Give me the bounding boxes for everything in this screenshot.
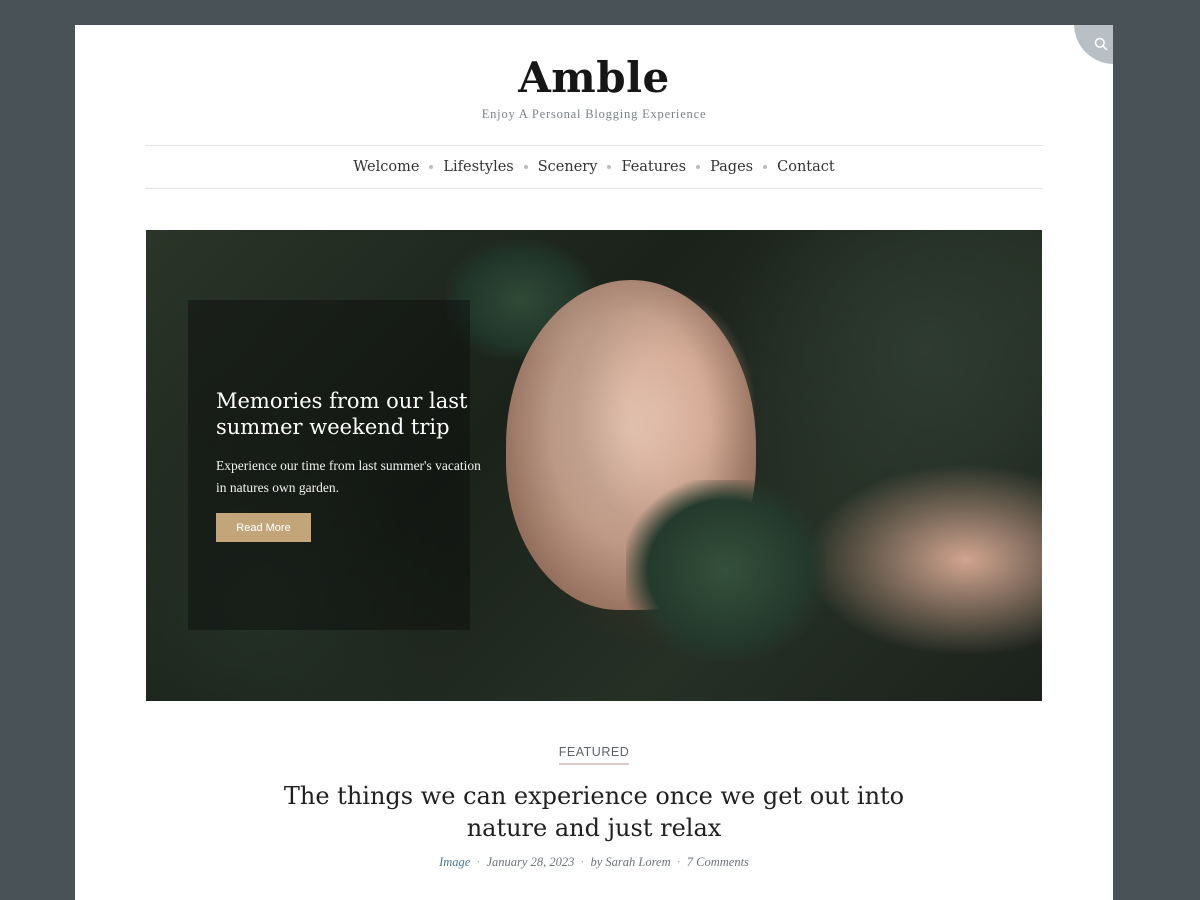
nav-item-welcome[interactable]: Welcome bbox=[353, 159, 419, 175]
post-category-link[interactable]: FEATURED bbox=[558, 745, 630, 765]
site-tagline: Enjoy A Personal Blogging Experience bbox=[481, 107, 707, 121]
post-comments-link[interactable]: 7 Comments bbox=[687, 855, 749, 870]
nav-item-lifestyles[interactable]: Lifestyles bbox=[443, 159, 513, 175]
site-title[interactable]: Amble bbox=[75, 53, 1113, 102]
post-format-link[interactable]: Image bbox=[439, 855, 470, 870]
nav-separator bbox=[763, 165, 768, 169]
post-meta: Image · January 28, 2023 · by Sarah Lore… bbox=[75, 855, 1113, 870]
nav-item-pages[interactable]: Pages bbox=[710, 159, 753, 175]
nav-separator bbox=[696, 165, 701, 169]
hero-slider[interactable]: Memories from our last summer weekend tr… bbox=[146, 230, 1042, 701]
nav-separator bbox=[523, 165, 528, 169]
meta-separator: · bbox=[676, 855, 681, 869]
nav-item-scenery[interactable]: Scenery bbox=[538, 159, 598, 175]
nav-separator bbox=[607, 165, 612, 169]
hero-excerpt: Experience our time from last summer's v… bbox=[216, 458, 481, 495]
hero-image-leaf bbox=[626, 480, 826, 660]
post-title[interactable]: The things we can experience once we get… bbox=[255, 780, 933, 844]
meta-separator: · bbox=[476, 855, 481, 869]
main-navigation: Welcome Lifestyles Scenery Features Page… bbox=[145, 145, 1043, 189]
nav-item-contact[interactable]: Contact bbox=[777, 159, 835, 175]
post-author[interactable]: by Sarah Lorem bbox=[591, 855, 671, 870]
hero-title[interactable]: Memories from our last summer weekend tr… bbox=[216, 388, 486, 440]
page-container: Amble Enjoy A Personal Blogging Experien… bbox=[75, 25, 1113, 900]
read-more-button[interactable]: Read More bbox=[216, 513, 311, 542]
post-category-wrap: FEATURED bbox=[75, 745, 1113, 765]
search-icon bbox=[1094, 37, 1108, 51]
nav-item-features[interactable]: Features bbox=[621, 159, 686, 175]
post-date[interactable]: January 28, 2023 bbox=[486, 855, 574, 870]
meta-separator: · bbox=[580, 855, 585, 869]
nav-separator bbox=[429, 165, 434, 169]
